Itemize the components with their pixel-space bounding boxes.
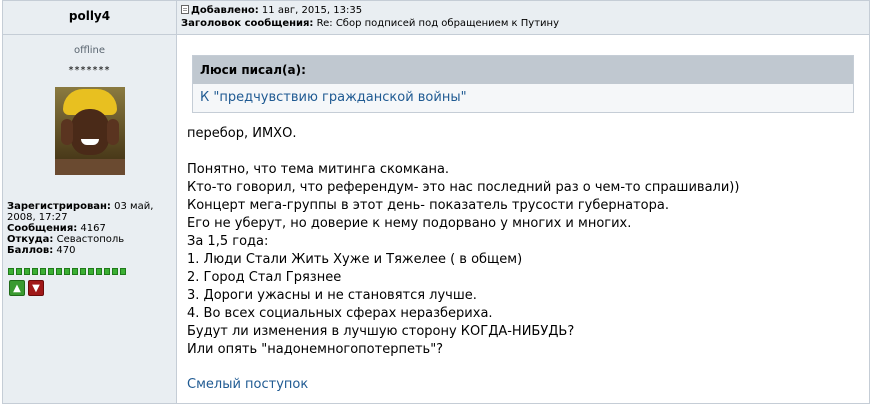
added-value: 11 авг, 2015, 13:35 bbox=[261, 5, 363, 16]
points-row: Баллов: 470 bbox=[7, 245, 76, 256]
message-line: Кто-то говорил, что референдум- это нас … bbox=[187, 180, 740, 195]
reputation-pip bbox=[80, 268, 86, 275]
message-line: 1. Люди Стали Жить Хуже и Тяжелее ( в об… bbox=[187, 252, 523, 267]
author-username[interactable]: polly4 bbox=[3, 9, 176, 23]
author-header: polly4 bbox=[3, 1, 177, 35]
reputation-pip bbox=[8, 268, 14, 275]
quote-text: К "предчувствию гражданской войны" bbox=[200, 90, 467, 105]
message-line: перебор, ИМХО. bbox=[187, 126, 297, 141]
thumb-down-icon[interactable]: ▼ bbox=[28, 280, 44, 296]
reputation-pip bbox=[112, 268, 118, 275]
reputation-pip bbox=[24, 268, 30, 275]
author-sidebar: offline ******* Зарегистрирован: 03 май,… bbox=[3, 35, 177, 403]
reputation-pip bbox=[88, 268, 94, 275]
post-header: Добавлено: 11 авг, 2015, 13:35 Заголовок… bbox=[177, 1, 869, 35]
reputation-pip bbox=[96, 268, 102, 275]
message-line: 3. Дороги ужасны и не становятся лучше. bbox=[187, 288, 477, 303]
signature-link[interactable]: Смелый поступок bbox=[187, 377, 308, 392]
reputation-pip bbox=[48, 268, 54, 275]
reputation-pip bbox=[72, 268, 78, 275]
reputation-pip bbox=[16, 268, 22, 275]
message-line: Или опять "надонемногопотерпеть"? bbox=[187, 342, 444, 357]
posts-row: Сообщения: 4167 bbox=[7, 223, 106, 234]
reputation-pip bbox=[40, 268, 46, 275]
subject-value: Re: Сбор подписей под обращением к Путин… bbox=[316, 18, 559, 29]
quote-header: Люси писал(а): bbox=[193, 56, 853, 84]
message-line: Будут ли изменения в лучшую сторону КОГД… bbox=[187, 324, 575, 339]
from-row: Откуда: Севастополь bbox=[7, 234, 125, 245]
added-label: Добавлено: bbox=[191, 5, 259, 16]
reputation-pip bbox=[56, 268, 62, 275]
post-date-line: Добавлено: 11 авг, 2015, 13:35 bbox=[181, 5, 362, 16]
reputation-pip bbox=[32, 268, 38, 275]
reputation-bar bbox=[8, 268, 126, 276]
subject-label: Заголовок сообщения: bbox=[181, 18, 314, 29]
post-subject-line: Заголовок сообщения: Re: Сбор подписей п… bbox=[181, 18, 559, 29]
online-status: offline bbox=[73, 45, 106, 56]
message-line: За 1,5 года: bbox=[187, 234, 269, 249]
message-line: Его не уберут, но доверие к нему подорва… bbox=[187, 216, 632, 231]
message-line: 2. Город Стал Грязнее bbox=[187, 270, 342, 285]
forum-post: polly4 Добавлено: 11 авг, 2015, 13:35 За… bbox=[2, 0, 870, 404]
post-document-icon[interactable] bbox=[181, 5, 189, 14]
message-line bbox=[187, 143, 857, 161]
reputation-pip bbox=[64, 268, 70, 275]
message-line: 4. Во всех социальных сферах неразбериха… bbox=[187, 306, 493, 321]
quote-block: Люси писал(а): К "предчувствию гражданск… bbox=[192, 55, 854, 113]
registered-row: Зарегистрирован: 03 май, 2008, 17:27 bbox=[7, 201, 154, 223]
avatar bbox=[55, 87, 125, 175]
post-content: Люси писал(а): К "предчувствию гражданск… bbox=[177, 35, 869, 403]
reputation-pip bbox=[104, 268, 110, 275]
vote-buttons: ▲ ▼ bbox=[9, 280, 44, 296]
reputation-pip bbox=[120, 268, 126, 275]
rank-stars: ******* bbox=[68, 65, 111, 76]
message-line: Понятно, что тема митинга скомкана. bbox=[187, 162, 450, 177]
author-info: Зарегистрирован: 03 май, 2008, 17:27 Соо… bbox=[7, 201, 173, 256]
message-body: перебор, ИМХО. Понятно, что тема митинга … bbox=[187, 125, 857, 359]
thumb-up-icon[interactable]: ▲ bbox=[9, 280, 25, 296]
message-line: Концерт мега-группы в этот день- показат… bbox=[187, 198, 669, 213]
